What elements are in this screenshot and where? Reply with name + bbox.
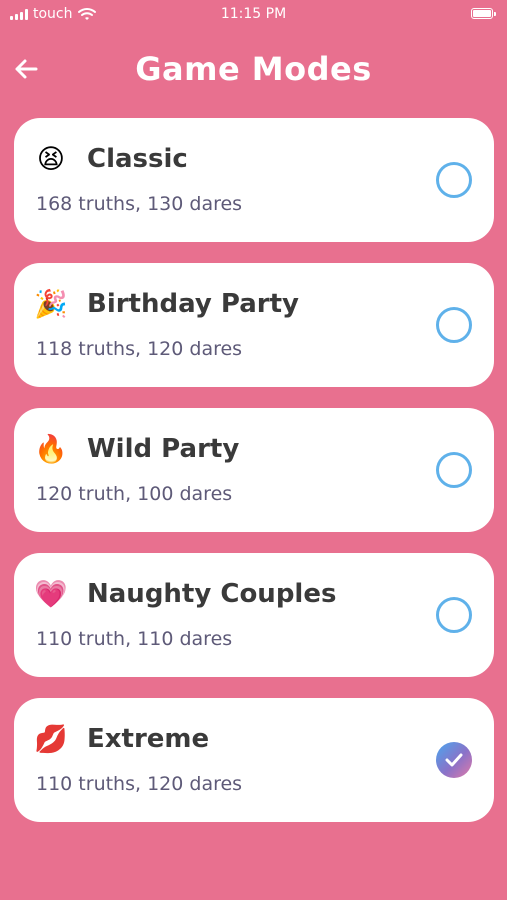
radio-button-selected[interactable] <box>436 742 472 778</box>
mode-card-extreme[interactable]: 💋 Extreme 110 truths, 120 dares <box>14 698 494 822</box>
status-time: 11:15 PM <box>220 6 287 22</box>
radio-button[interactable] <box>436 162 472 198</box>
radio-button[interactable] <box>436 597 472 633</box>
radio-button[interactable] <box>436 452 472 488</box>
sleepy-face-icon: 😫 <box>36 144 66 175</box>
party-popper-icon: 🎉 <box>34 289 68 320</box>
game-mode-list: 😫 Classic 168 truths, 130 dares 🎉 Birthd… <box>14 118 494 843</box>
mode-name: Birthday Party <box>87 289 299 319</box>
checkmark-icon <box>445 753 463 767</box>
mode-count: 120 truth, 100 dares <box>36 483 233 505</box>
battery-icon <box>471 8 496 19</box>
status-bar: touch 11:15 PM <box>0 0 507 30</box>
fire-icon: 🔥 <box>34 434 68 465</box>
mode-count: 110 truths, 120 dares <box>36 773 243 795</box>
header: Game Modes <box>0 40 507 100</box>
mode-name: Wild Party <box>87 434 240 464</box>
heart-icon: 💗 <box>34 579 68 610</box>
mode-count: 168 truths, 130 dares <box>36 193 243 215</box>
radio-button[interactable] <box>436 307 472 343</box>
mode-card-naughty-couples[interactable]: 💗 Naughty Couples 110 truth, 110 dares <box>14 553 494 677</box>
mode-name: Extreme <box>87 724 210 754</box>
kiss-lips-icon: 💋 <box>34 724 68 755</box>
mode-card-wild-party[interactable]: 🔥 Wild Party 120 truth, 100 dares <box>14 408 494 532</box>
mode-name: Classic <box>87 144 188 174</box>
mode-count: 110 truth, 110 dares <box>36 628 233 650</box>
mode-name: Naughty Couples <box>87 579 337 609</box>
mode-count: 118 truths, 120 dares <box>36 338 243 360</box>
mode-card-birthday-party[interactable]: 🎉 Birthday Party 118 truths, 120 dares <box>14 263 494 387</box>
page-title: Game Modes <box>135 50 372 88</box>
mode-card-classic[interactable]: 😫 Classic 168 truths, 130 dares <box>14 118 494 242</box>
